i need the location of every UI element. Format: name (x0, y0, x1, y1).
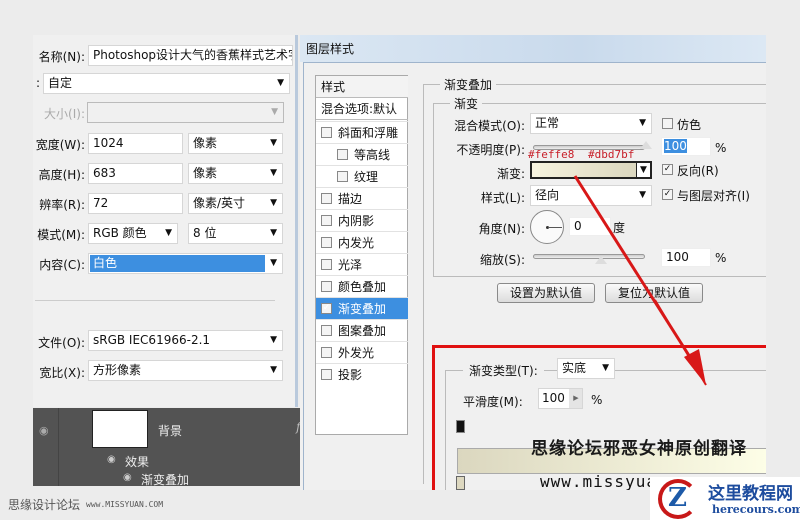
footer-url: www.MISSYUAN.COM (86, 500, 164, 509)
annotation-arrow (573, 175, 707, 386)
logo-url: herecours.com (712, 503, 800, 516)
logo-z-icon: Z (668, 483, 687, 513)
logo-title: 这里教程网 (708, 484, 793, 504)
site-logo: Z 这里教程网 herecours.com (650, 477, 800, 520)
footer-site-name: 思缘设计论坛 (8, 498, 81, 512)
